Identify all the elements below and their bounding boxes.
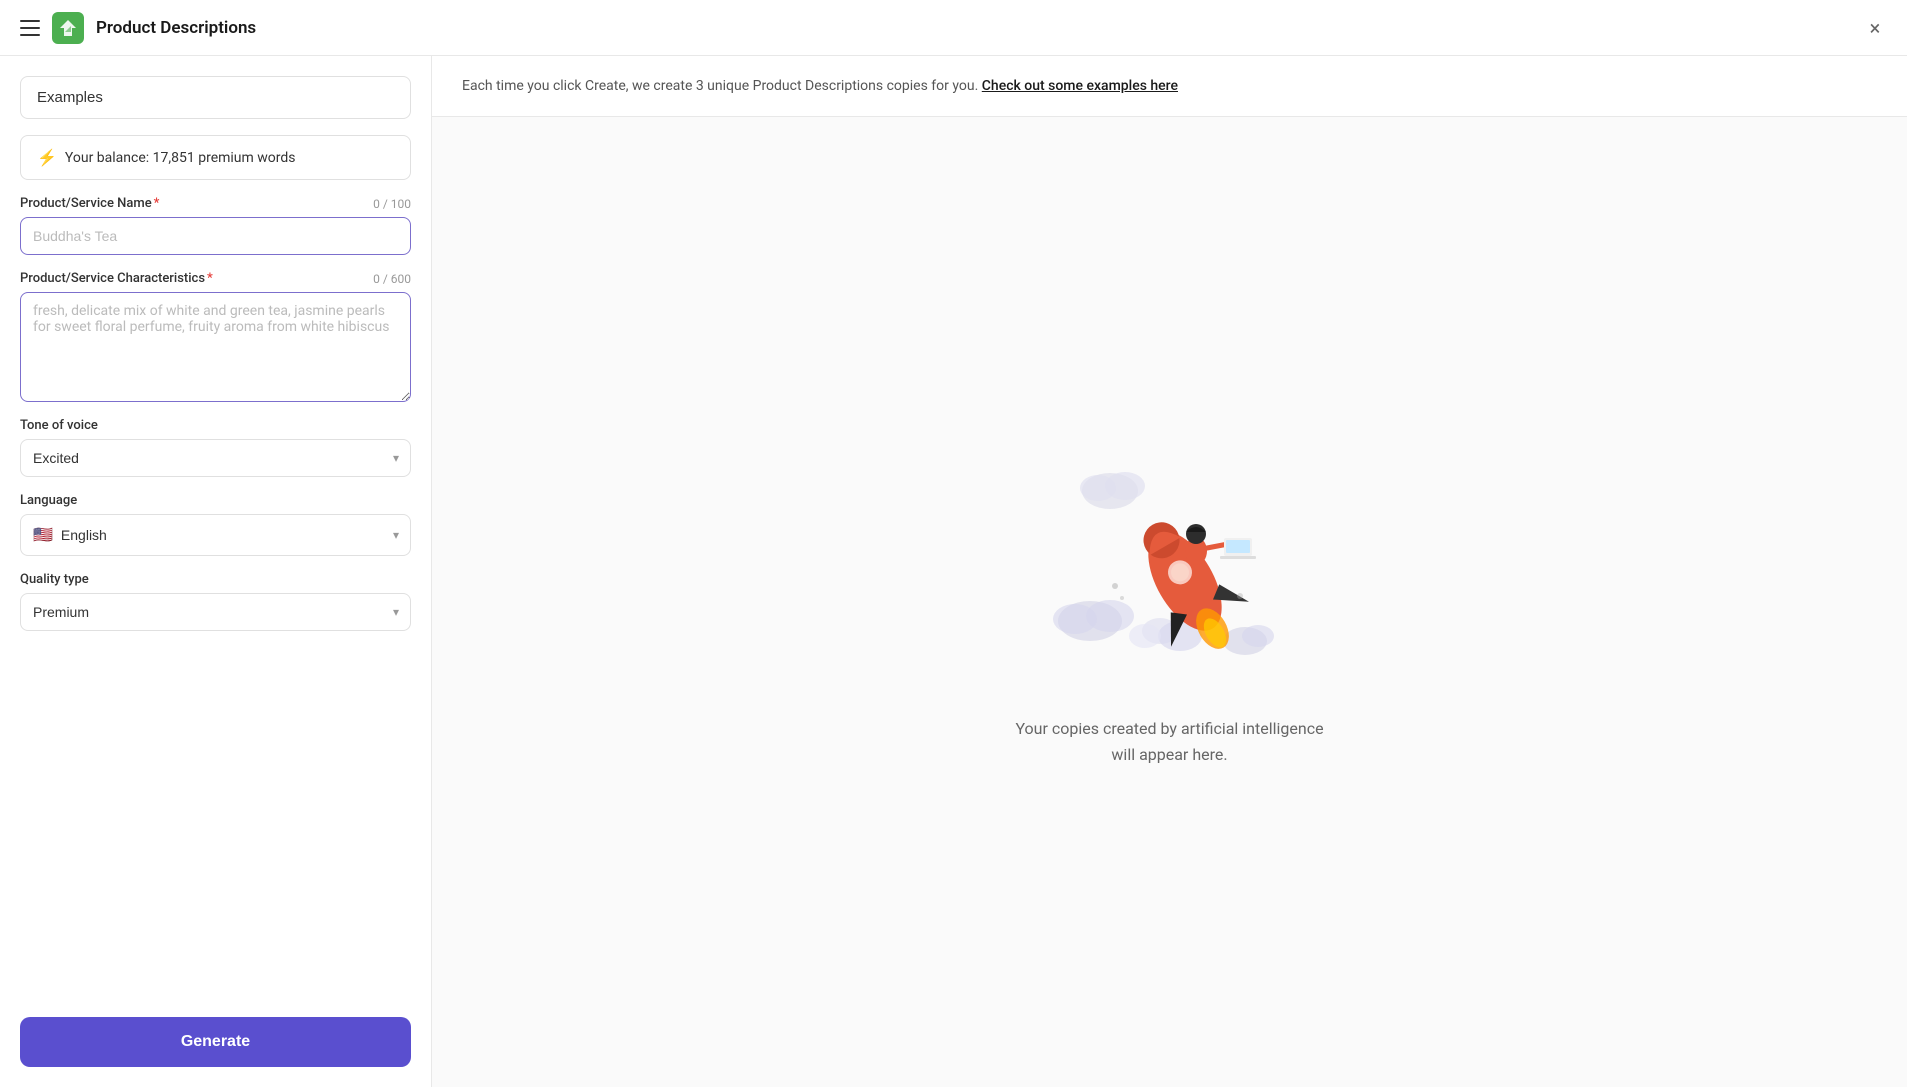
quality-chevron-icon: ▾ bbox=[393, 605, 399, 619]
tone-chevron-icon: ▾ bbox=[393, 451, 399, 465]
tone-select-wrapper: Excited ▾ bbox=[20, 439, 411, 477]
product-name-field-group: Product/Service Name* 0 / 100 bbox=[20, 196, 411, 255]
product-name-label: Product/Service Name* bbox=[20, 196, 159, 211]
tone-select[interactable]: Excited ▾ bbox=[20, 439, 411, 477]
top-bar: Product Descriptions × bbox=[0, 0, 1907, 56]
product-name-input[interactable] bbox=[20, 217, 411, 255]
logo-icon bbox=[52, 12, 84, 44]
tone-label: Tone of voice bbox=[20, 418, 411, 433]
characteristics-field-group: Product/Service Characteristics* 0 / 600 bbox=[20, 271, 411, 402]
language-label: Language bbox=[20, 493, 411, 508]
illustration bbox=[1030, 436, 1310, 696]
language-select[interactable]: 🇺🇸 English ▾ bbox=[20, 514, 411, 556]
language-field-group: Language 🇺🇸 English ▾ bbox=[20, 493, 411, 556]
characteristics-label-row: Product/Service Characteristics* 0 / 600 bbox=[20, 271, 411, 286]
app-title: Product Descriptions bbox=[96, 18, 256, 38]
generate-button[interactable]: Generate bbox=[20, 1017, 411, 1067]
examples-link[interactable]: Check out some examples here bbox=[982, 78, 1178, 94]
quality-label: Quality type bbox=[20, 572, 411, 587]
left-panel: Examples ⚡ Your balance: 17,851 premium … bbox=[0, 56, 432, 1087]
empty-state-text: Your copies created by artificial intell… bbox=[1015, 716, 1323, 767]
characteristics-textarea[interactable] bbox=[20, 292, 411, 402]
quality-field-group: Quality type Premium ▾ bbox=[20, 572, 411, 631]
characteristics-required-star: * bbox=[207, 271, 213, 286]
menu-icon[interactable] bbox=[20, 20, 40, 36]
top-bar-left: Product Descriptions bbox=[20, 12, 256, 44]
tone-field-group: Tone of voice Excited ▾ bbox=[20, 418, 411, 477]
language-chevron-icon: ▾ bbox=[393, 528, 399, 542]
quality-select[interactable]: Premium ▾ bbox=[20, 593, 411, 631]
main-layout: Examples ⚡ Your balance: 17,851 premium … bbox=[0, 56, 1907, 1087]
empty-state-content: Your copies created by artificial intell… bbox=[432, 117, 1907, 1087]
product-name-counter: 0 / 100 bbox=[373, 197, 411, 211]
info-bar: Each time you click Create, we create 3 … bbox=[432, 56, 1907, 117]
characteristics-label: Product/Service Characteristics* bbox=[20, 271, 213, 286]
balance-box: ⚡ Your balance: 17,851 premium words bbox=[20, 135, 411, 180]
language-select-wrapper: 🇺🇸 English ▾ bbox=[20, 514, 411, 556]
balance-text: Your balance: 17,851 premium words bbox=[65, 150, 296, 166]
right-panel: Each time you click Create, we create 3 … bbox=[432, 56, 1907, 1087]
characteristics-counter: 0 / 600 bbox=[373, 272, 411, 286]
us-flag-icon: 🇺🇸 bbox=[33, 525, 53, 545]
lightning-icon: ⚡ bbox=[37, 148, 57, 167]
product-name-label-row: Product/Service Name* 0 / 100 bbox=[20, 196, 411, 211]
quality-select-wrapper: Premium ▾ bbox=[20, 593, 411, 631]
required-star: * bbox=[154, 196, 160, 211]
rocket-illustration bbox=[1030, 436, 1310, 696]
examples-button[interactable]: Examples bbox=[20, 76, 411, 119]
close-button[interactable]: × bbox=[1863, 16, 1887, 40]
